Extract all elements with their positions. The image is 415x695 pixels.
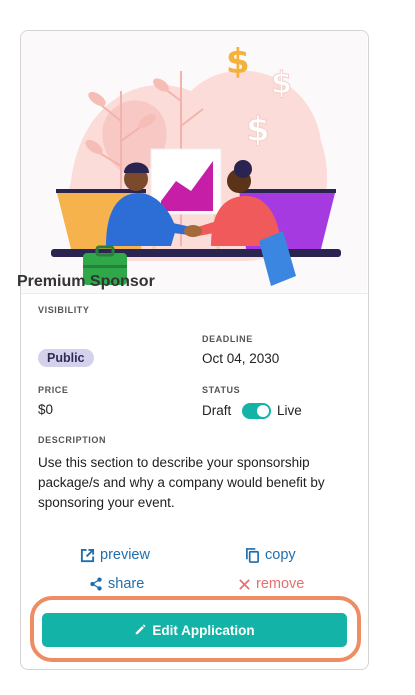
remove-label: remove [256,576,305,592]
copy-label: copy [265,547,296,563]
remove-link[interactable]: remove [238,576,304,592]
edit-application-button[interactable]: Edit Application [42,613,347,647]
description-text: Use this section to describe your sponso… [38,455,325,510]
deadline-label: DEADLINE [202,334,253,344]
handshake-illustration: $ $ $ [21,31,367,293]
price-value: $0 [38,402,54,417]
copy-link[interactable]: copy [245,547,296,563]
status-toggle[interactable] [242,403,271,419]
preview-link[interactable]: preview [80,547,150,563]
status-label: STATUS [202,385,241,395]
deadline-value: Oct 04, 2030 [202,351,280,366]
share-label: share [108,576,145,592]
share-icon [90,577,102,591]
hero-divider [21,293,368,294]
pencil-icon [136,624,146,635]
package-title: Premium Sponsor [17,273,155,290]
svg-text:$: $ [226,42,250,82]
status-live-label: Live [277,403,302,418]
toggle-knob [257,405,269,417]
preview-label: preview [100,547,150,563]
price-label: PRICE [38,385,69,395]
share-link[interactable]: share [89,576,144,592]
svg-text:$: $ [271,66,292,101]
copy-icon [246,548,259,563]
visibility-badge: Public [38,349,94,367]
svg-text:$: $ [246,110,270,150]
description-label: DESCRIPTION [38,435,107,445]
external-link-icon [80,548,95,562]
visibility-label: VISIBILITY [38,305,90,315]
status-draft-label: Draft [202,403,232,418]
close-icon [239,578,250,590]
edit-application-label: Edit Application [152,622,255,638]
